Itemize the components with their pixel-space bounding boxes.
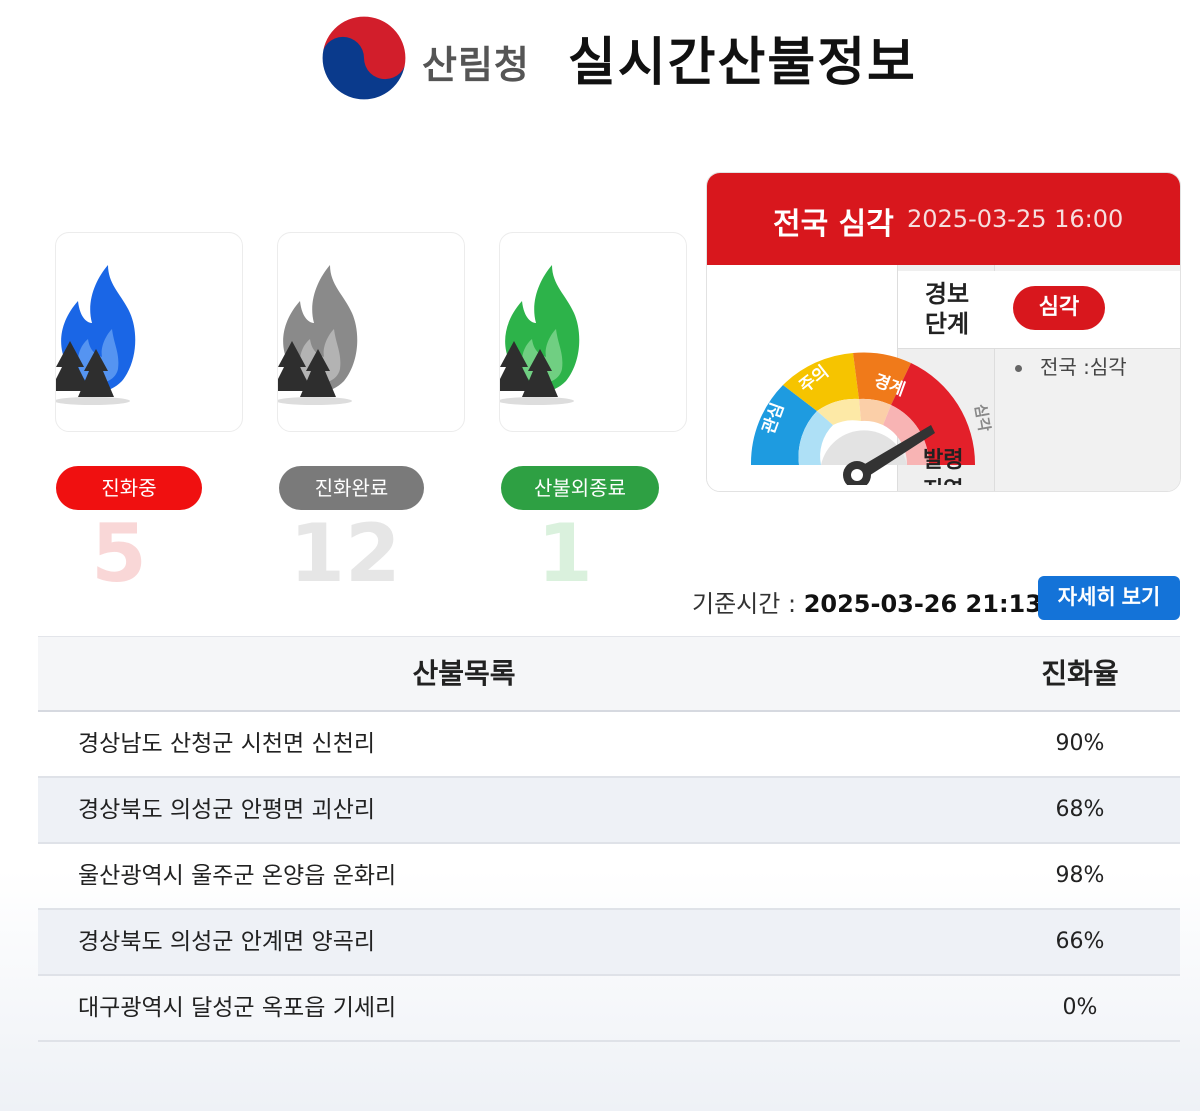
containment-rate: 90%	[1055, 731, 1105, 756]
green-flame-icon	[500, 265, 580, 405]
column-header-containment: 진화율	[1041, 657, 1119, 690]
alert-panel: 전국 심각 2025-03-25 16:00 경보 단계 심각 전국 :심각 관…	[706, 172, 1181, 492]
alert-gauge-icon: 관심 주의 경계 심각 발령 지역	[750, 352, 993, 485]
table-row[interactable]: 대구광역시 달성군 옥포읍 기세리 0%	[38, 976, 1180, 1042]
gauge-caption-line2: 지역	[923, 478, 963, 485]
table-row[interactable]: 경상북도 의성군 안평면 괴산리 68%	[38, 778, 1180, 844]
region-list-item: 전국 :심각	[1015, 351, 1127, 380]
fire-location: 대구광역시 달성군 옥포읍 기세리	[78, 995, 397, 1021]
status-card-other-end[interactable]	[499, 232, 687, 432]
badge-other-end[interactable]: 산불외종료	[501, 466, 659, 510]
column-header-fire-list: 산불목록	[412, 657, 516, 690]
status-card-completed[interactable]	[277, 232, 465, 432]
status-card-in-progress[interactable]	[55, 232, 243, 432]
blue-flame-icon	[56, 265, 136, 405]
count-completed: 12	[289, 507, 401, 600]
table-row[interactable]: 경상남도 산청군 시천면 신천리 90%	[38, 712, 1180, 778]
alert-header: 전국 심각 2025-03-25 16:00	[707, 173, 1180, 265]
alert-level: 전국 심각	[773, 207, 894, 242]
page-header: 산림청 실시간산불정보	[0, 0, 1200, 110]
fire-location: 울산광역시 울주군 온양읍 운화리	[78, 863, 397, 889]
detail-view-button[interactable]: 자세히 보기	[1038, 576, 1180, 620]
containment-rate: 98%	[1055, 863, 1105, 888]
table-row[interactable]: 경상북도 의성군 안계면 양곡리 66%	[38, 910, 1180, 976]
org-name: 산림청	[422, 43, 530, 87]
region-text: 전국 :심각	[1040, 355, 1127, 379]
fire-list-table: 산불목록 진화율 경상남도 산청군 시천면 신천리 90% 경상북도 의성군 안…	[38, 636, 1180, 1042]
count-in-progress: 5	[91, 507, 147, 600]
page-title: 실시간산불정보	[568, 33, 917, 93]
count-other-end: 1	[537, 507, 593, 600]
fire-location: 경상남도 산청군 시천면 신천리	[78, 731, 376, 757]
bullet-icon	[1015, 365, 1022, 372]
gauge-label-severe: 심각	[971, 403, 993, 434]
government-logo-icon	[320, 14, 408, 102]
containment-rate: 68%	[1055, 797, 1105, 822]
alert-value-top: 심각	[995, 271, 1180, 349]
table-header: 산불목록 진화율	[38, 636, 1180, 712]
reference-time: 기준시간 : 2025-03-26 21:13	[692, 584, 1042, 619]
gray-flame-icon	[278, 265, 358, 405]
badge-completed[interactable]: 진화완료	[279, 466, 424, 510]
alert-value-column: 심각 전국 :심각	[995, 265, 1180, 491]
severity-badge: 심각	[1013, 286, 1105, 330]
badge-in-progress[interactable]: 진화중	[56, 466, 202, 510]
fire-location: 경상북도 의성군 안계면 양곡리	[78, 929, 376, 955]
fire-location: 경상북도 의성군 안평면 괴산리	[78, 797, 376, 823]
reference-time-value: 2025-03-26 21:13	[803, 590, 1042, 618]
containment-rate: 0%	[1062, 995, 1098, 1020]
alert-issued-time: 2025-03-25 16:00	[907, 205, 1124, 233]
gauge-caption-line1: 발령	[923, 448, 963, 473]
containment-rate: 66%	[1055, 929, 1105, 954]
table-row[interactable]: 울산광역시 울주군 온양읍 운화리 98%	[38, 844, 1180, 910]
reference-time-label: 기준시간 :	[692, 590, 797, 618]
